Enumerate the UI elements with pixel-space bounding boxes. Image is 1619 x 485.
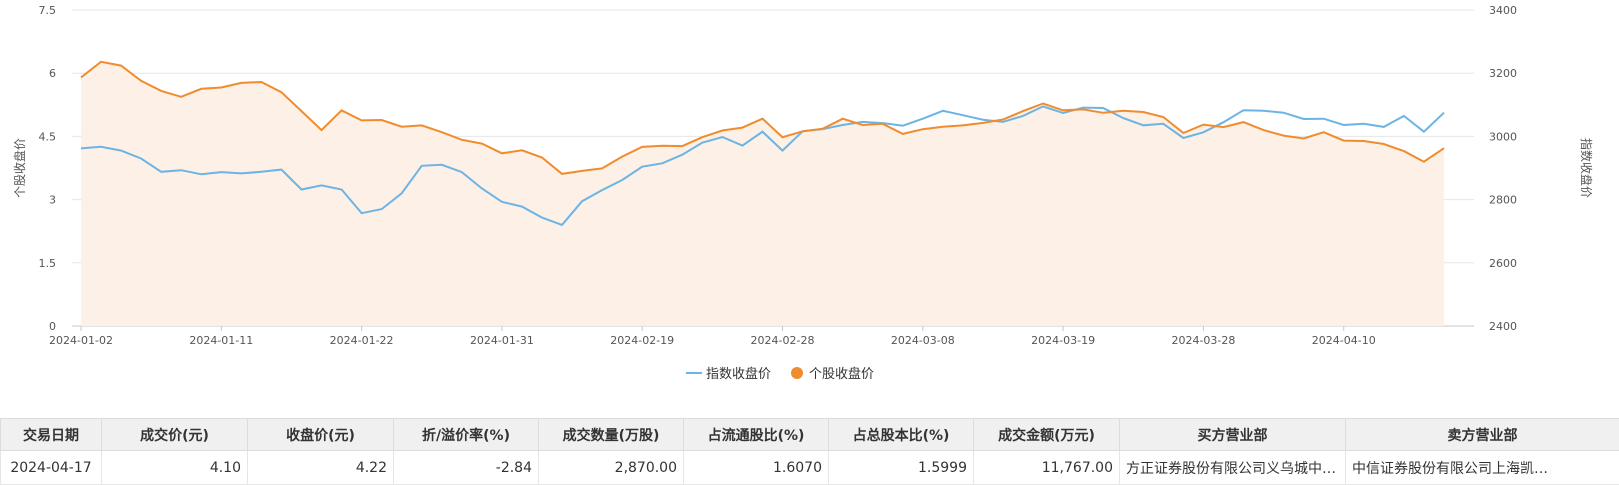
cell-buyer-branch[interactable]: 方正证券股份有限公司义乌城中… xyxy=(1120,451,1346,485)
y-right-tick-label: 2800 xyxy=(1489,194,1517,207)
y-right-tick-label: 2600 xyxy=(1489,257,1517,270)
x-tick-label: 2024-01-22 xyxy=(330,334,394,347)
x-tick-label: 2024-01-31 xyxy=(470,334,534,347)
col-header-float-share-ratio[interactable]: 占流通股比(%) xyxy=(684,419,829,451)
y-right-tick-label: 3200 xyxy=(1489,67,1517,80)
y-right-tick-label: 3000 xyxy=(1489,130,1517,143)
cell-premium-rate: -2.84 xyxy=(394,451,539,485)
cell-trade-date: 2024-04-17 xyxy=(1,451,102,485)
x-tick-label: 2024-02-28 xyxy=(751,334,815,347)
col-header-buyer-branch[interactable]: 买方营业部 xyxy=(1120,419,1346,451)
x-tick-label: 2024-01-02 xyxy=(49,334,113,347)
legend-stock-swatch xyxy=(791,367,803,379)
x-tick-label: 2024-01-11 xyxy=(189,334,253,347)
cell-deal-volume: 2,870.00 xyxy=(539,451,684,485)
stock-price-area xyxy=(81,62,1444,326)
cell-seller-branch[interactable]: 中信证券股份有限公司上海凯… xyxy=(1346,451,1619,485)
y-left-tick-label: 0 xyxy=(49,320,56,333)
col-header-premium-rate[interactable]: 折/溢价率(%) xyxy=(394,419,539,451)
y-axis-right-ticks: 2400 2600 2800 3000 3200 3400 xyxy=(1489,4,1517,333)
legend-item-stock[interactable]: 个股收盘价 xyxy=(791,366,874,382)
x-tick-label: 2024-03-19 xyxy=(1031,334,1095,347)
x-tick-label: 2024-03-28 xyxy=(1171,334,1235,347)
y-right-tick-label: 3400 xyxy=(1489,4,1517,17)
col-header-total-share-ratio[interactable]: 占总股本比(%) xyxy=(829,419,974,451)
chart-legend: 指数收盘价 个股收盘价 xyxy=(686,366,874,382)
col-header-deal-price[interactable]: 成交价(元) xyxy=(102,419,248,451)
x-axis-ticks: 2024-01-02 2024-01-11 2024-01-22 2024-01-31… xyxy=(49,326,1376,347)
table-row: 2024-04-17 4.10 4.22 -2.84 2,870.00 1.60… xyxy=(1,451,1619,485)
y-left-tick-label: 7.5 xyxy=(39,4,57,17)
y-left-tick-label: 1.5 xyxy=(39,257,57,270)
y-axis-right-title: 指数收盘价 xyxy=(1579,138,1594,198)
x-tick-label: 2024-04-10 xyxy=(1312,334,1376,347)
cell-total-share-ratio: 1.5999 xyxy=(829,451,974,485)
col-header-trade-date[interactable]: 交易日期 xyxy=(1,419,102,451)
y-axis-left-title: 个股收盘价 xyxy=(12,138,27,198)
legend-index-label: 指数收盘价 xyxy=(706,366,771,382)
col-header-close-price[interactable]: 收盘价(元) xyxy=(248,419,394,451)
y-left-tick-label: 3 xyxy=(49,194,56,207)
cell-deal-price: 4.10 xyxy=(102,451,248,485)
col-header-deal-volume[interactable]: 成交数量(万股) xyxy=(539,419,684,451)
cell-close-price: 4.22 xyxy=(248,451,394,485)
stock-vs-index-chart: 0 1.5 3 4.5 6 7.5 2400 2600 2800 3000 3200 3400 20… xyxy=(0,0,1619,410)
legend-stock-label: 个股收盘价 xyxy=(809,366,874,382)
cell-float-share-ratio: 1.6070 xyxy=(684,451,829,485)
cell-deal-amount: 11,767.00 xyxy=(974,451,1120,485)
x-tick-label: 2024-03-08 xyxy=(891,334,955,347)
col-header-deal-amount[interactable]: 成交金额(万元) xyxy=(974,419,1120,451)
y-left-tick-label: 4.5 xyxy=(39,130,57,143)
col-header-seller-branch[interactable]: 卖方营业部 xyxy=(1346,419,1619,451)
x-tick-label: 2024-02-19 xyxy=(610,334,674,347)
legend-item-index[interactable]: 指数收盘价 xyxy=(686,366,771,382)
block-trade-table: 交易日期 成交价(元) 收盘价(元) 折/溢价率(%) 成交数量(万股) 占流通… xyxy=(0,418,1619,485)
table-header-row: 交易日期 成交价(元) 收盘价(元) 折/溢价率(%) 成交数量(万股) 占流通… xyxy=(1,419,1619,451)
y-right-tick-label: 2400 xyxy=(1489,320,1517,333)
y-left-tick-label: 6 xyxy=(49,67,56,80)
y-axis-left-ticks: 0 1.5 3 4.5 6 7.5 xyxy=(39,4,57,333)
